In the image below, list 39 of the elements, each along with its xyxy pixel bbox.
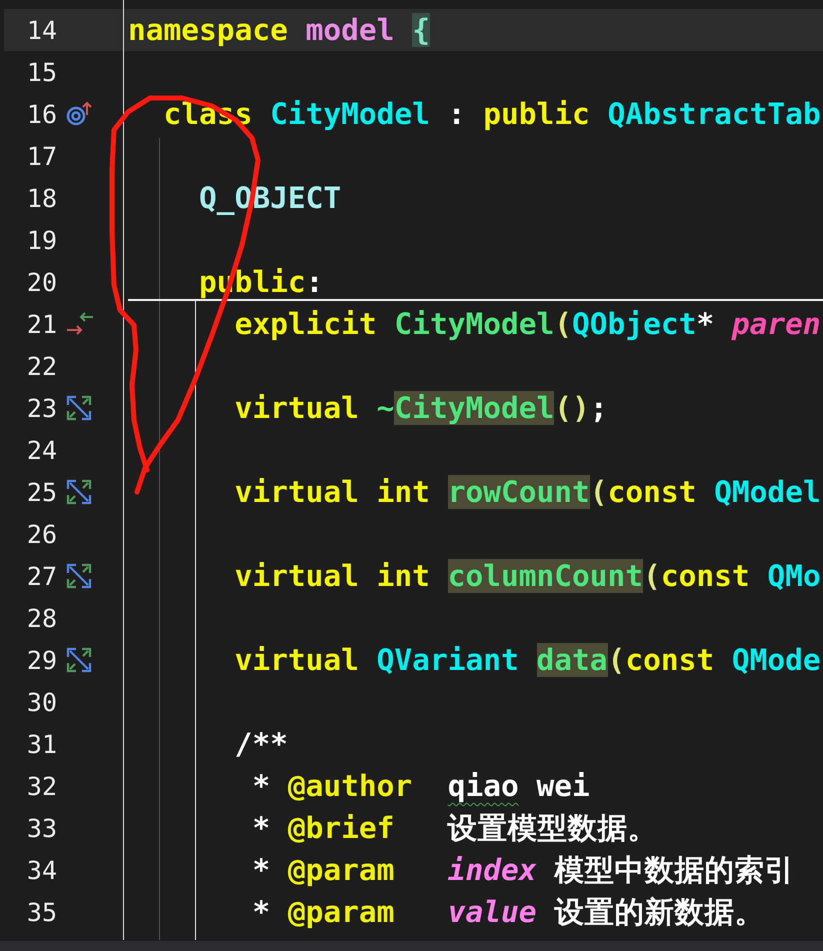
code-line: explicit CityModel(QObject* paren <box>234 306 821 343</box>
code-line: * @author qiao wei <box>251 768 590 805</box>
diagonal-arrows-icon[interactable] <box>66 647 92 673</box>
line-number: 15 <box>26 58 57 86</box>
code-line: virtual int columnCount(const QMo <box>234 558 821 595</box>
line-number: 18 <box>26 184 57 212</box>
line-number: 20 <box>26 268 57 296</box>
line-number: 32 <box>26 772 57 800</box>
line-number: 30 <box>26 688 57 716</box>
line-number: 24 <box>26 436 57 464</box>
line-number: 14 <box>26 16 57 44</box>
line-number: 17 <box>26 142 57 170</box>
line-number: 29 <box>26 646 57 674</box>
code-line: virtual int rowCount(const QModel <box>234 474 821 511</box>
line-number: 23 <box>26 394 57 422</box>
line-number: 19 <box>26 226 57 254</box>
code-line: virtual QVariant data(const QMode <box>234 642 821 679</box>
line-number: 25 <box>26 478 57 506</box>
code-line: * @brief 设置模型数据。 <box>251 810 658 847</box>
line-number: 33 <box>26 814 57 842</box>
line-number: 34 <box>26 856 57 884</box>
code-line: * @param index 模型中数据的索引 <box>251 852 794 889</box>
line-number: 22 <box>26 352 57 380</box>
code-line: /** <box>234 726 288 763</box>
line-number: 16 <box>26 100 57 128</box>
line-number: 21 <box>26 310 57 338</box>
code-line: namespace model { <box>128 12 430 49</box>
line-number: 31 <box>26 730 57 758</box>
line-number: 27 <box>26 562 57 590</box>
diagonal-arrows-icon[interactable] <box>66 563 92 589</box>
line-number: 28 <box>26 604 57 632</box>
code-line: virtual ~CityModel(); <box>234 390 608 427</box>
line-number: 26 <box>26 520 57 548</box>
diagonal-arrows-icon[interactable] <box>66 395 92 421</box>
arrows-icon[interactable] <box>66 311 94 337</box>
target-arrow-icon[interactable] <box>66 101 94 127</box>
diagonal-arrows-icon[interactable] <box>66 479 92 505</box>
code-line: * @param value 设置的新数据。 <box>251 894 764 931</box>
line-number: 35 <box>26 898 57 926</box>
